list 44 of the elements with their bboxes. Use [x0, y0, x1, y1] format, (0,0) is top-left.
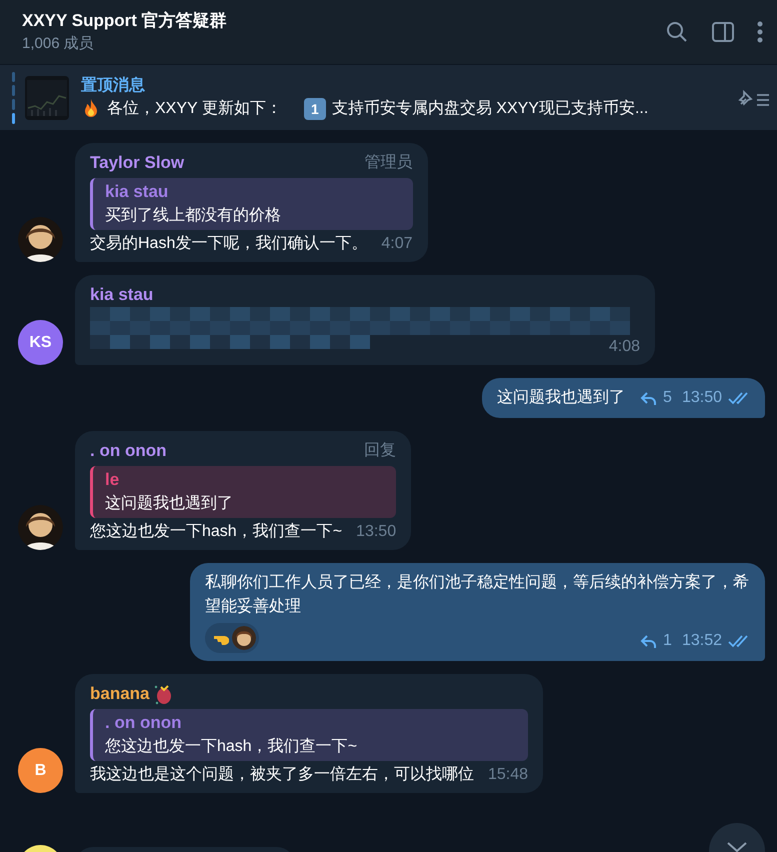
sidebar-toggle-icon[interactable] [711, 20, 735, 44]
pinned-text: 各位，XXYY 更新如下： [107, 98, 282, 118]
role-label: 管理员 [364, 153, 412, 173]
pinned-message-bar[interactable]: 置顶消息 各位，XXYY 更新如下： 1 支持币安专属内盘交易 XXYY现已支持币安... [0, 64, 777, 130]
message-text: 您这边也发一下hash，我们查一下~ [90, 522, 342, 542]
role-label: 回复 [364, 441, 396, 461]
message-time: 13:50 [356, 522, 396, 542]
reply-count: 1 [663, 631, 672, 651]
chevron-down-icon [726, 841, 748, 852]
message-time: 15:48 [488, 765, 528, 785]
quoted-reply[interactable]: le 这问题我也遇到了 [90, 466, 396, 518]
quoted-reply[interactable]: kia stau 买到了线上都没有的价格 [90, 178, 412, 230]
reaction-chip[interactable] [205, 623, 259, 653]
sender-name: Taylor Slow [90, 152, 184, 174]
sender-name: kia stau [90, 284, 154, 306]
message-time: 4:07 [381, 234, 412, 254]
message-text: 我这边也是这个问题，被夹了多一倍左右，可以找哪位 [90, 764, 474, 785]
quoted-reply[interactable]: . on onon 您这边也发一下hash，我们查一下~ [90, 709, 528, 761]
message-text: 交易的Hash发一下呢，我们确认一下。 [90, 234, 368, 254]
number-badge: 1 [304, 98, 326, 120]
search-icon[interactable] [665, 20, 689, 44]
avatar: KS [18, 320, 63, 365]
quote-author: kia stau [105, 181, 168, 203]
sender-name: banana [90, 683, 150, 705]
member-count: 1,006 成员 [22, 34, 94, 54]
sender-name: . on onon [90, 440, 166, 462]
message-text: 这问题我也遇到了 [497, 388, 626, 408]
reply-icon [639, 390, 658, 406]
quote-text: 您这边也发一下hash，我们查一下~ [105, 736, 358, 757]
more-menu-icon[interactable] [757, 21, 763, 43]
message-time: 13:50 [682, 388, 722, 408]
quote-text: 这问题我也遇到了 [105, 494, 233, 514]
pinned-label: 置顶消息 [81, 76, 145, 96]
chat-title: XXYY Support 官方答疑群 [22, 10, 227, 32]
message-time: 13:52 [682, 631, 722, 651]
reply-count: 5 [663, 388, 672, 408]
pinned-text: 支持币安专属内盘交易 XXYY现已支持币安... [332, 98, 648, 118]
reply-icon [639, 633, 658, 649]
quote-author: . on onon [105, 712, 182, 734]
quote-author: le [105, 469, 120, 491]
avatar: B [18, 748, 63, 793]
quote-text: 买到了线上都没有的价格 [105, 206, 281, 226]
message-time: 4:08 [608, 337, 640, 357]
message-text: 私聊你们工作人员了已经，是你们池子稳定性问题，等后续的补偿方案了，希望能妥善处理 [205, 572, 750, 617]
